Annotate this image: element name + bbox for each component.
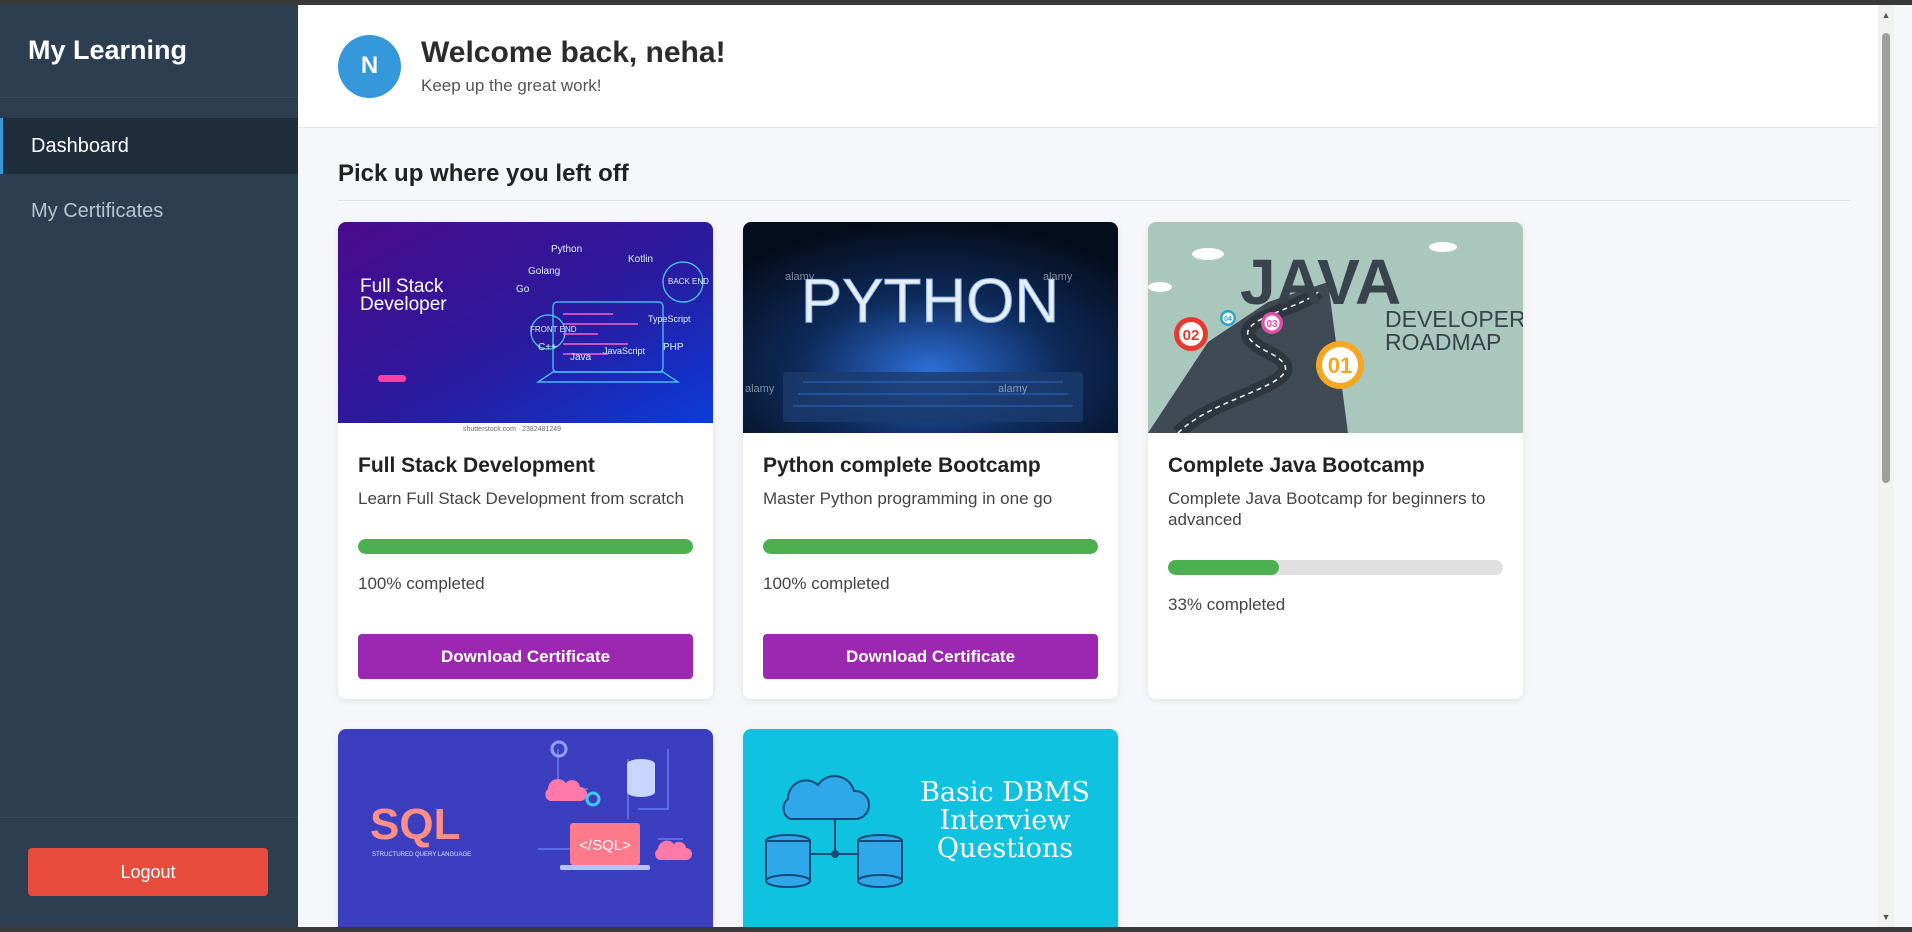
- courses-section: Pick up where you left off Full Stack De…: [298, 128, 1894, 927]
- dbms-title-line3: Questions: [937, 833, 1073, 864]
- sql-image-subtext: STRUCTURED QUERY LANGUAGE: [372, 852, 471, 858]
- welcome-header: N Welcome back, neha! Keep up the great …: [298, 5, 1894, 128]
- course-card-dbms[interactable]: Basic DBMS Interview Questions: [743, 729, 1118, 927]
- progress-bar: [763, 539, 1098, 554]
- watermark: alamy: [998, 383, 1028, 395]
- progress-fill: [763, 539, 1098, 554]
- progress-bar: [1168, 560, 1503, 575]
- course-title: Python complete Bootcamp: [763, 454, 1041, 477]
- tag-golang: Golang: [528, 266, 560, 277]
- tag-php: PHP: [663, 342, 684, 353]
- tag-cpp: C++: [538, 342, 557, 353]
- watermark: alamy: [1043, 271, 1073, 283]
- course-title: Complete Java Bootcamp: [1168, 454, 1425, 477]
- sidebar-footer: Logout: [0, 817, 298, 927]
- tag-typescript: TypeScript: [648, 314, 691, 324]
- vertical-scrollbar[interactable]: ▲ ▼: [1878, 5, 1894, 927]
- avatar: N: [338, 34, 401, 98]
- scroll-up-arrow-icon[interactable]: ▲: [1878, 7, 1894, 23]
- fullstack-heading-2: Developer: [360, 294, 447, 315]
- course-thumbnail: PYTHON alamy alamy alamy alamy: [743, 222, 1118, 433]
- tag-java: Java: [570, 352, 592, 363]
- section-title: Pick up where you left off: [338, 160, 1850, 201]
- stock-footer: shutterstock.com · 2382481249: [463, 426, 561, 433]
- course-description: Master Python programming in one go: [763, 489, 1053, 508]
- course-card-body: Python complete Bootcamp Master Python p…: [743, 433, 1118, 699]
- sidebar-item-dashboard[interactable]: Dashboard: [0, 118, 298, 174]
- download-certificate-button[interactable]: Download Certificate: [358, 634, 693, 679]
- pin-04: 04: [1224, 316, 1232, 323]
- course-card-body: Full Stack Development Learn Full Stack …: [338, 433, 713, 699]
- course-card-body: Complete Java Bootcamp Complete Java Boo…: [1148, 433, 1523, 675]
- progress-text: 100% completed: [763, 574, 890, 593]
- pin-01: 01: [1328, 353, 1352, 378]
- app-window: My Learning Dashboard My Certificates Lo…: [0, 5, 1912, 927]
- course-thumbnail: Basic DBMS Interview Questions: [743, 729, 1118, 927]
- sidebar-item-my-certificates[interactable]: My Certificates: [0, 183, 298, 239]
- pin-02: 02: [1183, 327, 1200, 344]
- sidebar-nav: Dashboard My Certificates: [0, 118, 298, 248]
- python-image-text: PYTHON: [801, 267, 1059, 336]
- course-card-sql[interactable]: SQL STRUCTURED QUERY LANGUAGE </SQL>: [338, 729, 713, 927]
- logout-button[interactable]: Logout: [28, 848, 268, 896]
- scroll-down-arrow-icon[interactable]: ▼: [1878, 909, 1894, 925]
- scrollbar-thumb[interactable]: [1882, 33, 1890, 483]
- tag-python: Python: [551, 244, 582, 255]
- welcome-title: Welcome back, neha!: [421, 36, 726, 69]
- java-roadmap-line2: ROADMAP: [1385, 329, 1501, 355]
- sql-image-text: SQL: [370, 800, 460, 849]
- course-title: Full Stack Development: [358, 454, 595, 477]
- main-content: N Welcome back, neha! Keep up the great …: [298, 5, 1894, 927]
- course-card-java[interactable]: JAVA DEVELOPER ROADMAP 02 04 03 01 Compl…: [1148, 222, 1523, 699]
- watermark: alamy: [785, 271, 815, 283]
- course-thumbnail: SQL STRUCTURED QUERY LANGUAGE </SQL>: [338, 729, 713, 927]
- tag-kotlin: Kotlin: [628, 254, 653, 265]
- tag-frontend: FRONT END: [530, 325, 577, 334]
- pin-03: 03: [1266, 319, 1278, 330]
- progress-bar: [358, 539, 693, 554]
- sql-image-tag: </SQL>: [579, 837, 631, 854]
- course-thumbnail: JAVA DEVELOPER ROADMAP 02 04 03 01: [1148, 222, 1523, 433]
- progress-text: 33% completed: [1168, 595, 1286, 614]
- progress-fill: [358, 539, 693, 554]
- course-description: Learn Full Stack Development from scratc…: [358, 489, 684, 508]
- download-certificate-button[interactable]: Download Certificate: [763, 634, 1098, 679]
- progress-fill: [1168, 560, 1279, 575]
- dbms-title-line2: Interview: [940, 805, 1071, 836]
- course-grid: Full Stack Developer Python Golang Kotli…: [338, 222, 1854, 927]
- course-card-full-stack[interactable]: Full Stack Developer Python Golang Kotli…: [338, 222, 713, 699]
- sidebar-brand: My Learning: [0, 5, 298, 98]
- dbms-title-line1: Basic DBMS: [920, 777, 1090, 808]
- course-card-python[interactable]: PYTHON alamy alamy alamy alamy Python co…: [743, 222, 1118, 699]
- java-logo-text: JAVA: [1240, 246, 1401, 318]
- tag-go: Go: [516, 284, 530, 295]
- tag-javascript: JavaScript: [603, 346, 646, 356]
- tag-backend: BACK END: [668, 277, 709, 286]
- welcome-subtitle: Keep up the great work!: [421, 76, 602, 95]
- sidebar: My Learning Dashboard My Certificates Lo…: [0, 5, 298, 927]
- course-thumbnail: Full Stack Developer Python Golang Kotli…: [338, 222, 713, 433]
- course-description: Complete Java Bootcamp for beginners to …: [1168, 489, 1486, 529]
- watermark: alamy: [745, 383, 775, 395]
- progress-text: 100% completed: [358, 574, 485, 593]
